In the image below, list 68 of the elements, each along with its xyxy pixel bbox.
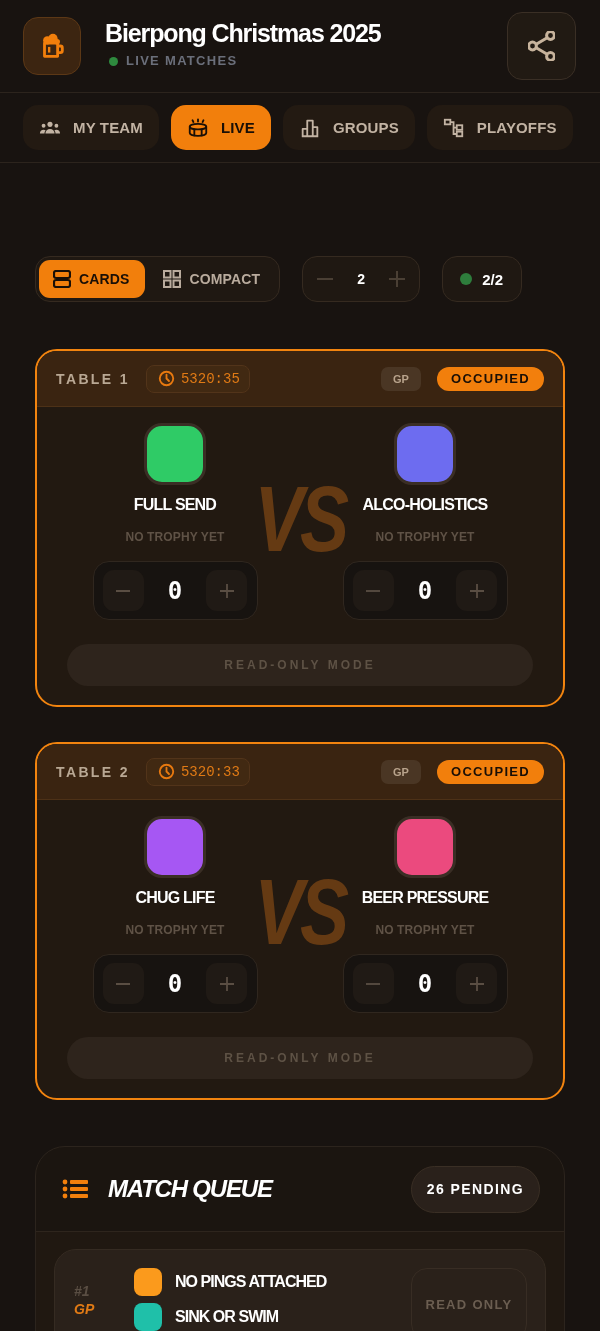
status-dot-icon [460, 273, 473, 285]
decrease-score-button[interactable] [352, 963, 394, 1004]
increase-score-button[interactable] [206, 963, 248, 1004]
score-value: 0 [167, 576, 183, 605]
list-icon [62, 1179, 88, 1199]
team-name: BEER PRESSURE [361, 888, 489, 908]
match-round: GP [74, 1301, 96, 1317]
versus-label: VS [254, 473, 346, 565]
status-badge: OCCUPIED [436, 366, 544, 391]
live-status-dot-icon [109, 56, 118, 66]
plus-icon [220, 583, 234, 598]
plus-icon [220, 976, 234, 991]
clock-icon [157, 370, 175, 387]
team-name: CHUG LIFE [135, 888, 215, 908]
status-badge: OCCUPIED [436, 759, 544, 784]
increase-button[interactable] [389, 271, 406, 287]
score-value: 0 [167, 969, 183, 998]
nav-tab[interactable]: LIVE [170, 105, 271, 150]
minus-icon [116, 589, 130, 592]
share-icon [528, 31, 555, 61]
trophy-status: NO TROPHY YET [125, 529, 225, 545]
decrease-score-button[interactable] [102, 963, 144, 1004]
team-name: ALCO-HOLISTICS [362, 495, 488, 515]
timer-value: 5320:35 [180, 370, 240, 387]
score-value: 0 [417, 969, 433, 998]
beer-mug-logo-icon [23, 17, 81, 75]
timer-value: 5320:33 [180, 763, 240, 780]
app-subtitle: LIVE MATCHES [126, 53, 238, 69]
versus-label: VS [254, 866, 346, 958]
team-name: NO PINGS ATTACHED [175, 1273, 327, 1291]
view-mode-option[interactable]: COMPACT [149, 260, 277, 298]
table-name: TABLE 2 [56, 763, 130, 780]
bracket-icon [442, 116, 465, 139]
decrease-score-button[interactable] [352, 570, 394, 611]
trophy-status: NO TROPHY YET [375, 922, 475, 938]
nav-tab[interactable]: MY TEAM [23, 105, 159, 150]
minus-icon [317, 278, 334, 280]
app-title: Bierpong Christmas 2025 [105, 19, 381, 48]
team-name: FULL SEND [133, 495, 217, 515]
drum-icon [186, 116, 209, 139]
decrease-score-button[interactable] [102, 570, 144, 611]
minus-icon [366, 982, 380, 985]
increase-score-button[interactable] [206, 570, 248, 611]
pending-count-badge: 26 PENDING [410, 1165, 540, 1213]
plus-icon [470, 583, 484, 598]
plus-icon [470, 976, 484, 991]
plus-icon [389, 271, 406, 287]
increase-score-button[interactable] [456, 963, 498, 1004]
table-name: TABLE 1 [56, 370, 130, 387]
active-tables-count: 2/2 [482, 270, 504, 288]
minus-icon [366, 589, 380, 592]
increase-score-button[interactable] [456, 570, 498, 611]
grid-icon [163, 270, 182, 288]
trophy-status: NO TROPHY YET [375, 529, 475, 545]
round-tag: GP [381, 759, 421, 784]
queue-title: MATCH QUEUE [108, 1175, 272, 1203]
score-value: 0 [417, 576, 433, 605]
nav-tab[interactable]: PLAYOFFS [426, 105, 573, 150]
team-name: SINK OR SWIM [175, 1308, 279, 1326]
share-button[interactable] [507, 12, 576, 80]
table-count-value: 2 [356, 271, 367, 287]
view-mode-option[interactable]: CARDS [39, 260, 146, 298]
minus-icon [116, 982, 130, 985]
stacked-rows-icon [53, 270, 71, 288]
clock-icon [157, 763, 175, 780]
nav-tab[interactable]: GROUPS [282, 105, 415, 150]
trophy-status: NO TROPHY YET [125, 922, 225, 938]
round-tag: GP [381, 366, 421, 391]
